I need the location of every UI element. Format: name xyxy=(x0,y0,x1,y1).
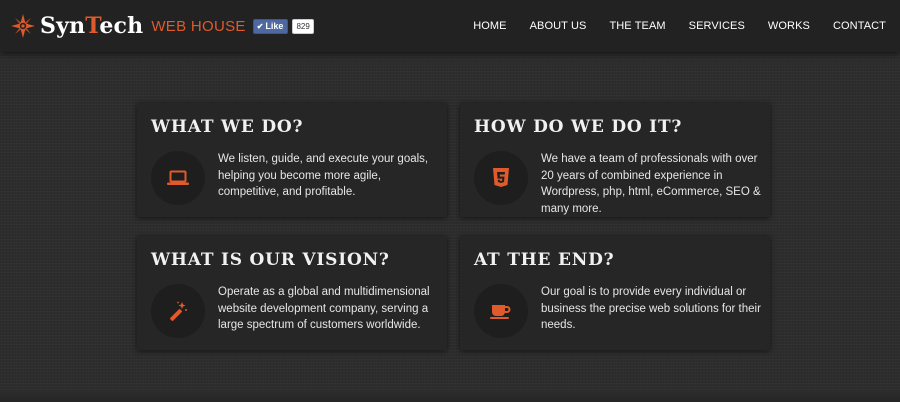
facebook-like-count: 829 xyxy=(292,18,314,34)
card-text: Our goal is to provide every individual … xyxy=(541,286,761,331)
feature-card-at-the-end: AT THE END? Our goal is to provide every… xyxy=(460,236,770,350)
main-nav: HOME ABOUT US THE TEAM SERVICES WORKS CO… xyxy=(450,0,886,52)
card-title: WHAT WE DO? xyxy=(151,117,304,137)
nav-item-about-us[interactable]: ABOUT US xyxy=(530,20,587,32)
brand-subtitle: WEB HOUSE xyxy=(151,17,246,35)
nav-item-services[interactable]: SERVICES xyxy=(689,20,745,32)
card-text: Operate as a global and multidimensional… xyxy=(218,286,430,331)
star-compass-icon xyxy=(11,14,35,38)
laptop-icon xyxy=(167,170,189,185)
facebook-like-widget[interactable]: ✔ Like 829 xyxy=(252,18,314,34)
feature-card-our-vision: WHAT IS OUR VISION? Operate as a global … xyxy=(137,236,447,350)
card-icon-circle xyxy=(151,284,205,338)
brand-name: SynTech xyxy=(40,13,143,39)
brand-name-accent: T xyxy=(85,13,100,39)
card-title: WHAT IS OUR VISION? xyxy=(151,250,390,270)
card-icon-circle xyxy=(474,151,528,205)
brand-logo[interactable]: SynTech WEB HOUSE ✔ Like 829 xyxy=(10,11,314,41)
card-title: AT THE END? xyxy=(474,250,615,270)
nav-item-the-team[interactable]: THE TEAM xyxy=(609,20,665,32)
card-title: HOW DO WE DO IT? xyxy=(474,117,683,137)
facebook-like-button[interactable]: ✔ Like xyxy=(252,18,289,34)
nav-item-contact[interactable]: CONTACT xyxy=(833,20,886,32)
card-icon-circle xyxy=(474,284,528,338)
nav-item-works[interactable]: WORKS xyxy=(768,20,810,32)
nav-item-home[interactable]: HOME xyxy=(473,20,506,32)
facebook-like-label: Like xyxy=(265,20,284,31)
brand-name-part1: Syn xyxy=(40,13,86,39)
coffee-cup-icon xyxy=(490,305,511,319)
html5-icon xyxy=(493,168,509,187)
thumbs-up-icon: ✔ xyxy=(256,21,264,31)
brand-name-part3: ech xyxy=(99,13,144,39)
card-icon-circle xyxy=(151,151,205,205)
feature-card-what-we-do: WHAT WE DO? We listen, guide, and execut… xyxy=(137,103,447,217)
card-text: We have a team of professionals with ove… xyxy=(541,153,761,215)
section-bottom-edge xyxy=(0,390,900,402)
card-text: We listen, guide, and execute your goals… xyxy=(218,153,429,198)
feature-card-how-we-do-it: HOW DO WE DO IT? We have a team of profe… xyxy=(460,103,770,217)
magic-wand-icon xyxy=(170,301,187,321)
top-navbar: SynTech WEB HOUSE ✔ Like 829 HOME ABOUT … xyxy=(0,0,900,52)
